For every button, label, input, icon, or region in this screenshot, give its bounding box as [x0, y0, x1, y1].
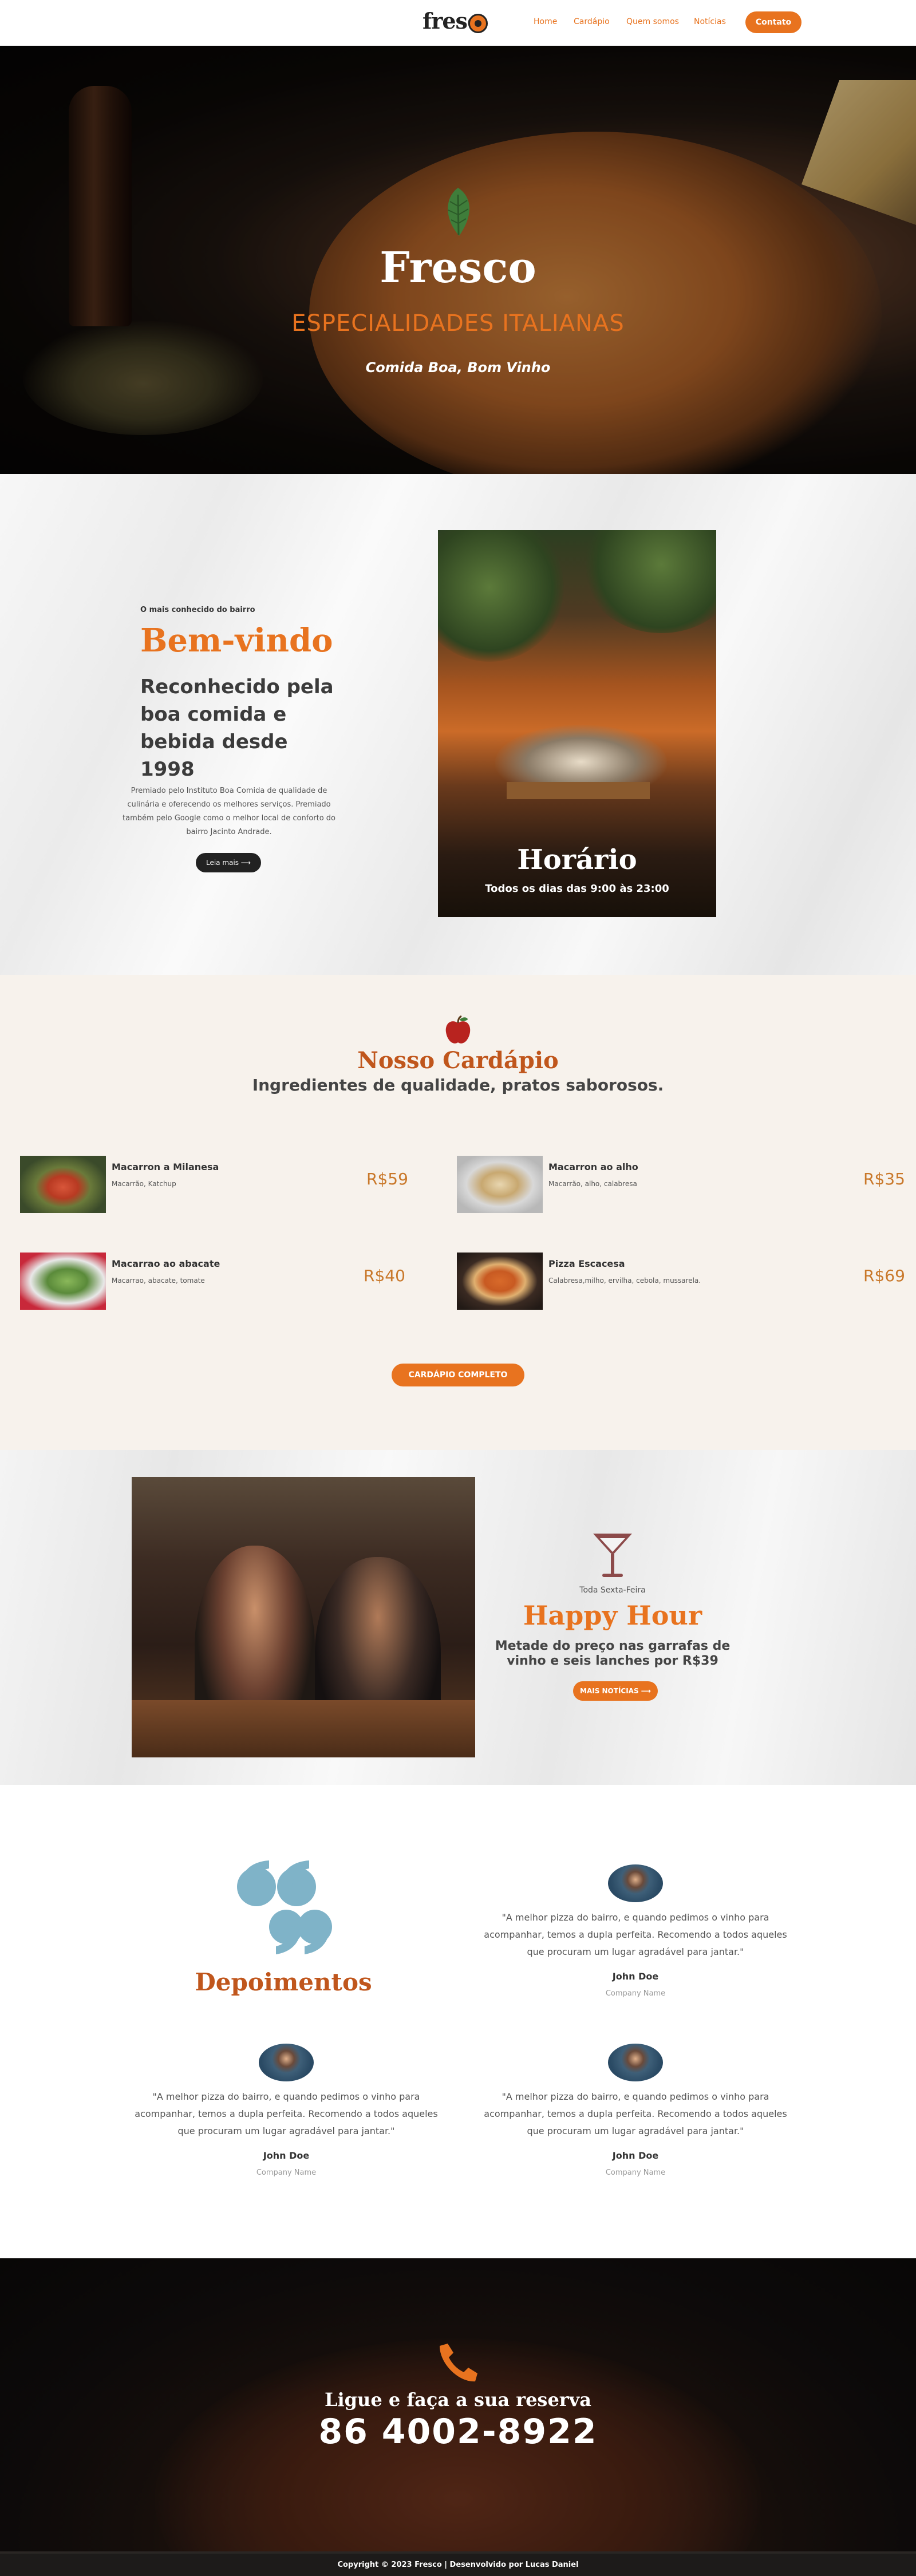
menu-item-name: Macarron a Milanesa — [112, 1161, 219, 1172]
avatar — [258, 2042, 315, 2083]
table-image — [132, 1700, 475, 1757]
hours-text: Todos os dias das 9:00 às 23:00 — [485, 883, 669, 895]
hero-title: Fresco — [380, 243, 536, 293]
leaf-icon — [448, 188, 469, 236]
avatar — [607, 2042, 664, 2083]
menu-item-price: R$40 — [364, 1266, 405, 1285]
apple-icon — [445, 1015, 471, 1044]
more-news-button[interactable]: MAIS NOTÍCIAS ⟶ — [573, 1681, 658, 1701]
contact-button[interactable]: Contato — [745, 11, 802, 33]
menu-item-price: R$59 — [366, 1170, 408, 1188]
testimonial-company: Company Name — [605, 1989, 666, 1998]
table-image — [507, 782, 650, 799]
menu-item-photo — [20, 1253, 106, 1310]
testimonial-name: John Doe — [612, 2150, 659, 2161]
menu-item-description: Calabresa,milho, ervilha, cebola, mussar… — [548, 1277, 701, 1285]
testimonial-quote: "A melhor pizza do bairro, e quando pedi… — [484, 2091, 787, 2136]
happy-hour-section: Toda Sexta-Feira Happy Hour Metade do pr… — [0, 1450, 916, 1785]
testimonial-name: John Doe — [263, 2150, 310, 2161]
welcome-text: Premiado pelo Instituto Boa Comida de qu… — [123, 787, 335, 836]
phone-number[interactable]: 86 4002-8922 — [0, 2412, 916, 2452]
testimonials-section: Depoimentos "A melhor pizza do bairro, e… — [0, 1785, 916, 2258]
menu-item-photo — [20, 1156, 106, 1213]
menu-section: Nosso Cardápio Ingredientes de qualidade… — [0, 975, 916, 1450]
quote-icon — [237, 1860, 332, 1954]
menu-item-price: R$35 — [863, 1170, 905, 1188]
menu-item-name: Macarron ao alho — [548, 1161, 638, 1172]
site-header: fresc Home Cardápio Quem somos Notícias … — [0, 0, 916, 46]
menu-title: Nosso Cardápio — [357, 1047, 559, 1074]
welcome-section: O mais conhecido do bairro Bem-vindo Rec… — [0, 474, 916, 975]
testimonial-company: Company Name — [256, 2168, 317, 2177]
plant-decoration — [581, 530, 716, 633]
testimonials-title: Depoimentos — [195, 1968, 372, 1996]
menu-item[interactable]: Macarrao ao abacate Macarrao, abacate, t… — [20, 1253, 421, 1310]
menu-item-name: Macarrao ao abacate — [112, 1258, 220, 1269]
menu-item[interactable]: Pizza Escacesa Calabresa,milho, ervilha,… — [457, 1253, 905, 1310]
nav-home[interactable]: Home — [534, 17, 557, 26]
full-menu-button[interactable]: CARDÁPIO COMPLETO — [392, 1364, 524, 1386]
welcome-heading: Reconhecido pela boa comida e bebida des… — [140, 675, 334, 781]
testimonial-quote: "A melhor pizza do bairro, e quando pedi… — [484, 1912, 787, 1957]
site-footer: Copyright © 2023 Fresco | Desenvolvido p… — [0, 2551, 916, 2576]
menu-item-price: R$69 — [863, 1266, 905, 1285]
logo-pizza-icon[interactable] — [468, 14, 488, 33]
hero-tagline: Comida Boa, Bom Vinho — [365, 359, 551, 376]
happy-hour-title: Happy Hour — [523, 1600, 702, 1631]
happy-hour-kicker: Toda Sexta-Feira — [579, 1586, 646, 1595]
plant-decoration — [438, 530, 564, 662]
menu-item-name: Pizza Escacesa — [548, 1258, 625, 1269]
nav-cardapio[interactable]: Cardápio — [574, 17, 610, 26]
testimonial-name: John Doe — [612, 1971, 659, 1982]
menu-item-description: Macarrão, alho, calabresa — [548, 1180, 637, 1188]
menu-item[interactable]: Macarron a Milanesa Macarrão, Katchup R$… — [20, 1156, 421, 1213]
menu-item[interactable]: Macarron ao alho Macarrão, alho, calabre… — [457, 1156, 905, 1213]
testimonial-company: Company Name — [605, 2168, 666, 2177]
avatar — [607, 1863, 664, 1903]
reservation-title: Ligue e faça a sua reserva — [325, 2389, 591, 2411]
welcome-title: Bem-vindo — [140, 622, 333, 659]
happy-hour-text: Metade do preço nas garrafas de vinho e … — [495, 1639, 731, 1668]
welcome-kicker: O mais conhecido do bairro — [140, 606, 255, 614]
menu-item-photo — [457, 1156, 543, 1213]
testimonial-quote: "A melhor pizza do bairro, e quando pedi… — [135, 2091, 438, 2136]
nav-quem-somos[interactable]: Quem somos — [626, 17, 679, 26]
nav-noticias[interactable]: Notícias — [694, 17, 726, 26]
copyright-text: Copyright © 2023 Fresco | Desenvolvido p… — [337, 2561, 579, 2569]
martini-glass-icon — [593, 1534, 632, 1577]
menu-subtitle: Ingredientes de qualidade, pratos saboro… — [252, 1076, 664, 1095]
menu-item-description: Macarrão, Katchup — [112, 1180, 176, 1188]
reservation-section: Ligue e faça a sua reserva 86 4002-8922 — [0, 2258, 916, 2551]
restaurant-interior-image: Horário Todos os dias das 9:00 às 23:00 — [438, 530, 716, 917]
read-more-button[interactable]: Leia mais ⟶ — [196, 853, 261, 872]
hero-section: Fresco ESPECIALIDADES ITALIANAS Comida B… — [0, 46, 916, 474]
hero-subtitle: ESPECIALIDADES ITALIANAS — [291, 310, 625, 337]
hours-title: Horário — [517, 844, 637, 876]
menu-item-photo — [457, 1253, 543, 1310]
menu-item-description: Macarrao, abacate, tomate — [112, 1277, 205, 1285]
phone-icon — [440, 2344, 477, 2382]
